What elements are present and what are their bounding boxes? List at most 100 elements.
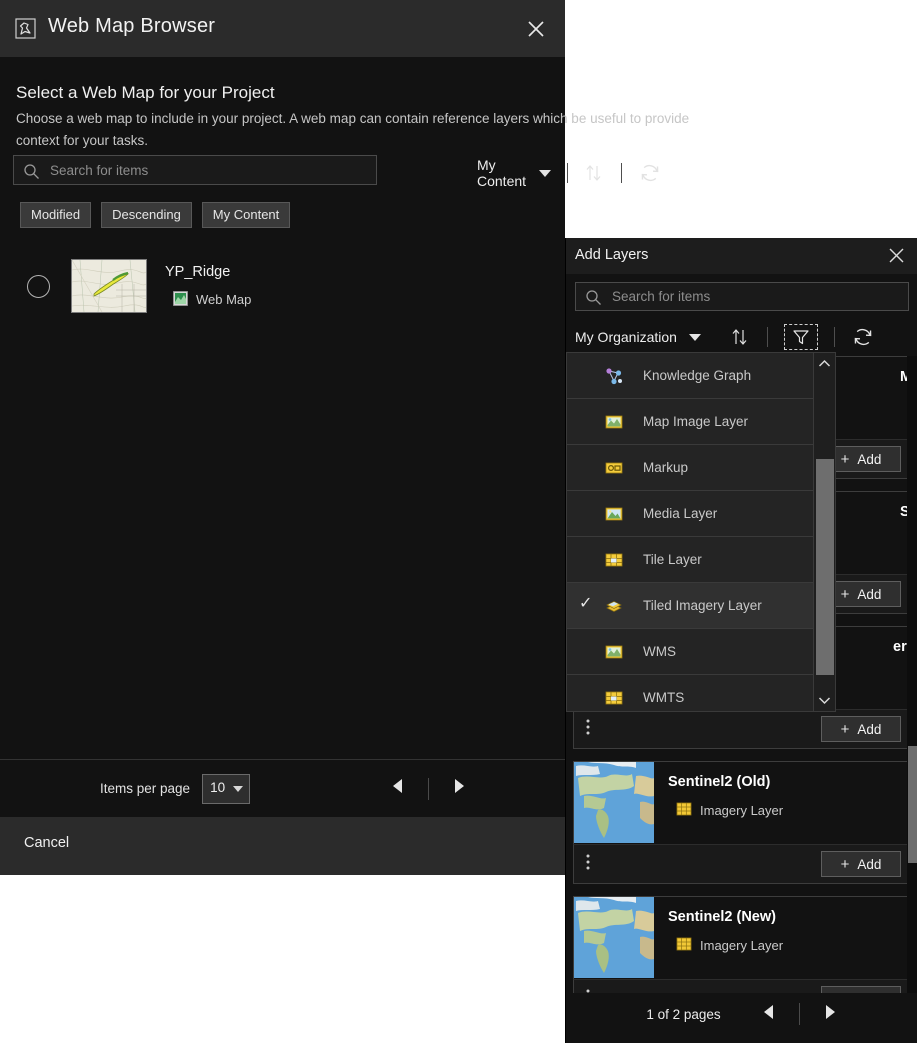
dropdown-item-knowledge-graph[interactable]: Knowledge Graph xyxy=(567,353,835,399)
dropdown-item-label: WMS xyxy=(643,644,676,659)
web-map-browser-dialog: Web Map Browser Select a Web Map for you… xyxy=(0,0,565,875)
search-input[interactable]: Search for items xyxy=(575,282,909,311)
chevron-down-icon[interactable] xyxy=(689,334,701,341)
dropdown-item-tile-layer[interactable]: Tile Layer xyxy=(567,537,835,583)
pagination-bar: Items per page 10 xyxy=(0,759,565,817)
dropdown-scrollbar-thumb[interactable] xyxy=(816,459,834,675)
pager-divider xyxy=(428,778,429,800)
dropdown-item-tiled-imagery-layer[interactable]: ✓ Tiled Imagery Layer xyxy=(567,583,835,629)
item-radio-button[interactable] xyxy=(27,275,50,298)
pagination-bar: 1 of 2 pages xyxy=(566,985,917,1043)
check-icon: ✓ xyxy=(579,596,592,612)
triangle-left-icon[interactable] xyxy=(761,1003,777,1026)
close-icon[interactable] xyxy=(887,246,906,270)
dropdown-item-wmts[interactable]: WMTS xyxy=(567,675,835,720)
triangle-right-icon[interactable] xyxy=(822,1003,838,1026)
add-button-label: Add xyxy=(857,722,881,737)
toolbar-divider xyxy=(767,327,768,347)
page-title: Select a Web Map for your Project xyxy=(16,83,275,103)
triangle-right-icon[interactable] xyxy=(451,777,467,800)
web-map-icon xyxy=(173,291,188,309)
card-main: Sentinel2 (Old) xyxy=(573,761,911,844)
content-source-dropdown[interactable]: My Content xyxy=(477,157,527,189)
dropdown-item-map-image-layer[interactable]: Map Image Layer xyxy=(567,399,835,445)
triangle-left-icon[interactable] xyxy=(390,777,406,800)
items-per-page-label: Items per page xyxy=(100,781,190,796)
card-main: Sentinel2 (New) xyxy=(573,896,911,979)
panel-scrollbar[interactable] xyxy=(907,356,917,993)
page-indicator: 1 of 2 pages xyxy=(646,1007,720,1022)
source-dropdown[interactable]: My Organization xyxy=(575,329,677,345)
refresh-icon[interactable] xyxy=(851,325,875,349)
close-icon[interactable] xyxy=(521,14,551,44)
list-item[interactable]: YP_Ridge Web Map xyxy=(0,249,565,323)
search-placeholder: Search for items xyxy=(612,289,710,304)
imagery-layer-icon xyxy=(676,936,692,955)
dropdown-item-markup[interactable]: Markup xyxy=(567,445,835,491)
pager-divider xyxy=(799,1003,800,1025)
active-filter-chips: Modified Descending My Content xyxy=(20,202,290,228)
chip-modified[interactable]: Modified xyxy=(20,202,91,228)
card-info: Sentinel2 (Old) xyxy=(654,762,783,844)
chip-my-content[interactable]: My Content xyxy=(202,202,290,228)
add-button-label: Add xyxy=(857,857,881,872)
chevron-down-icon[interactable] xyxy=(814,689,835,711)
map-image-layer-icon xyxy=(605,413,623,431)
item-type-row: Imagery Layer xyxy=(668,936,783,955)
tiled-imagery-layer-icon xyxy=(605,597,623,615)
wmts-icon xyxy=(605,689,623,707)
plus-icon: + xyxy=(841,451,850,468)
dropdown-item-label: Map Image Layer xyxy=(643,414,748,429)
add-layers-toolbar: My Organization xyxy=(575,322,909,352)
item-type-label: Web Map xyxy=(196,292,251,307)
item-name: Sentinel2 (Old) xyxy=(668,774,783,790)
item-thumbnail xyxy=(71,259,147,313)
dropdown-item-label: Tile Layer xyxy=(643,552,702,567)
card-actions: + Add xyxy=(573,844,911,884)
dropdown-item-label: WMTS xyxy=(643,690,684,705)
item-thumbnail xyxy=(574,762,654,843)
toolbar-divider xyxy=(834,327,835,347)
search-icon xyxy=(585,289,602,311)
dialog-footer: Cancel xyxy=(0,817,565,875)
dropdown-item-media-layer[interactable]: Media Layer xyxy=(567,491,835,537)
list-item[interactable]: Sentinel2 (New) xyxy=(573,896,911,993)
refresh-icon[interactable] xyxy=(638,161,662,185)
plus-icon: + xyxy=(841,721,850,738)
cancel-button[interactable]: Cancel xyxy=(24,835,69,851)
wms-icon xyxy=(605,643,623,661)
web-map-browser-titlebar: Web Map Browser xyxy=(0,0,565,58)
sort-arrows-icon[interactable] xyxy=(729,326,751,348)
dropdown-item-wms[interactable]: WMS xyxy=(567,629,835,675)
panel-scrollbar-thumb[interactable] xyxy=(908,746,917,863)
markup-icon xyxy=(605,459,623,477)
dropdown-scrollbar[interactable] xyxy=(813,353,835,711)
items-per-page-value: 10 xyxy=(210,780,225,795)
page-description: Choose a web map to include in your proj… xyxy=(16,108,730,152)
search-input[interactable]: Search for items xyxy=(13,155,377,185)
chip-descending[interactable]: Descending xyxy=(101,202,192,228)
chevron-up-icon[interactable] xyxy=(814,353,835,375)
items-per-page-select[interactable]: 10 xyxy=(202,774,250,804)
kebab-menu-icon[interactable] xyxy=(585,852,591,877)
item-thumbnail xyxy=(574,897,654,978)
add-layers-title: Add Layers xyxy=(575,247,648,263)
web-map-browser-body: Select a Web Map for your Project Choose… xyxy=(0,57,565,817)
add-button[interactable]: + Add xyxy=(821,851,901,877)
list-item[interactable]: Sentinel2 (Old) xyxy=(573,761,911,884)
tile-layer-icon xyxy=(605,551,623,569)
kebab-menu-icon[interactable] xyxy=(585,717,591,742)
funnel-filter-icon[interactable] xyxy=(784,324,818,350)
add-button-label: Add xyxy=(857,452,881,467)
dropdown-item-label: Tiled Imagery Layer xyxy=(643,598,762,613)
add-layers-titlebar: Add Layers xyxy=(566,238,917,274)
chevron-down-icon[interactable] xyxy=(539,170,551,177)
search-placeholder: Search for items xyxy=(50,163,148,178)
toolbar-divider xyxy=(621,163,622,183)
add-button-label: Add xyxy=(857,587,881,602)
sort-arrows-icon[interactable] xyxy=(583,162,605,184)
layer-type-filter-dropdown: Knowledge Graph Map Image Layer xyxy=(566,352,836,712)
dropdown-item-label: Markup xyxy=(643,460,688,475)
map-polygon-icon xyxy=(15,18,36,39)
imagery-layer-icon xyxy=(676,801,692,820)
